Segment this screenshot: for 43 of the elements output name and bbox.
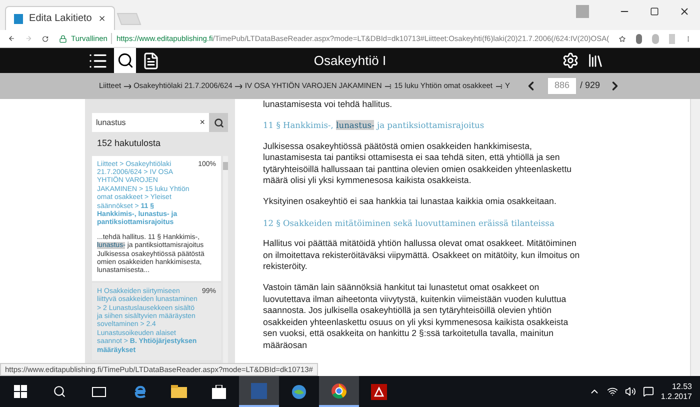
body-paragraph: Hallitus voi päättää mitätöidä yhtiön hallussa olevat omat osakkeet. Mitätöiminen on ilmoitettava rekisteröitäväksi viipymättä. Osakkeet on mitätöity, kun ilmoitus on rekisteröity. [263,238,580,272]
arrow-icon [496,84,502,88]
page-total: / 929 [580,79,600,92]
task-view-icon[interactable] [92,386,106,396]
search-field[interactable]: lunastus × [92,113,209,132]
close-icon[interactable] [679,6,690,16]
search-button[interactable] [209,113,228,132]
site-favicon [14,14,24,24]
back-icon[interactable] [8,33,16,44]
body-paragraph: Yksityinen osakeyhtiö ei saa hankkia tai lunastaa kaikkia omia osakkeitaan. [263,196,558,208]
body-paragraph: lunastamisesta voi tehdä hallitus. [263,99,394,110]
body-paragraph: Julkisessa osakeyhtiössä päätöstä omien osakkeiden hankkimisesta, lunastamisesta tai pantiksi ottamisesta ei saa tehdä siten, että yhtiöllä ja sen tytäryhteisöillä hallussaan tai panttina olevien omien osakkeiden yhteenlaskettu määrä olisi yli yksi kymmenesosa kaikista osakkeista. [263,140,573,186]
search-icon[interactable] [53,385,66,398]
section-heading: 12 § Osakkeiden mitätöiminen sekä luovuttaminen eräissä tilanteissa [263,218,556,230]
result-count: 152 hakutulosta [96,137,162,150]
settings-icon[interactable] [562,52,579,69]
search-icon [116,52,134,69]
star-icon[interactable] [619,34,626,44]
search-icon [214,118,224,128]
body-paragraph: Vastoin tämän lain säännöksiä hankitut tai lunastetut omat osakkeet on luovutettava ilman aiheetonta viivytystä, kuitenkin viimeistään vuoden kuluttua saannosta. Jos julkisella osakeyhtiöllä ja sen tytäryhteisöillä olevien yhtiön osakkeiden yhteenlaskettu osuus on yli yksi kymmenesosa kaikista osakkeista sen vuoksi, että osakkeita on hankittu 2 §:ssä tarkoitetulla tavalla, mainitun määräosan [263,282,570,351]
lock-icon [59,34,68,42]
clock-time: 12.53 [672,382,692,392]
search-result[interactable] [92,156,221,281]
chrome-app-icon[interactable] [319,376,359,407]
reload-icon[interactable] [42,34,50,44]
volume-icon[interactable] [624,386,636,397]
maximize-icon[interactable] [650,6,659,16]
arrow-icon [235,84,242,88]
document-icon[interactable] [142,52,160,70]
notification-icon[interactable] [642,386,654,397]
arrow-icon [124,84,131,88]
app-title: Osakeyhtiö I [314,52,386,70]
network-icon[interactable] [606,386,618,397]
section-heading: 11 § Hankkimis-, lunastus- ja pantiksiottamisrajoitus [263,120,486,132]
arrow-icon [384,84,392,88]
clear-icon[interactable]: × [200,116,205,130]
clock-date: 1.2.2017 [660,392,692,402]
search-tab[interactable] [114,48,136,73]
browser-tab[interactable]: Edita Lakitieto [5,6,115,30]
tab-title: Edita Lakitieto [29,12,92,26]
close-icon[interactable] [98,14,106,23]
books-icon[interactable] [587,52,604,69]
page-number-field[interactable]: 886 [548,78,576,94]
